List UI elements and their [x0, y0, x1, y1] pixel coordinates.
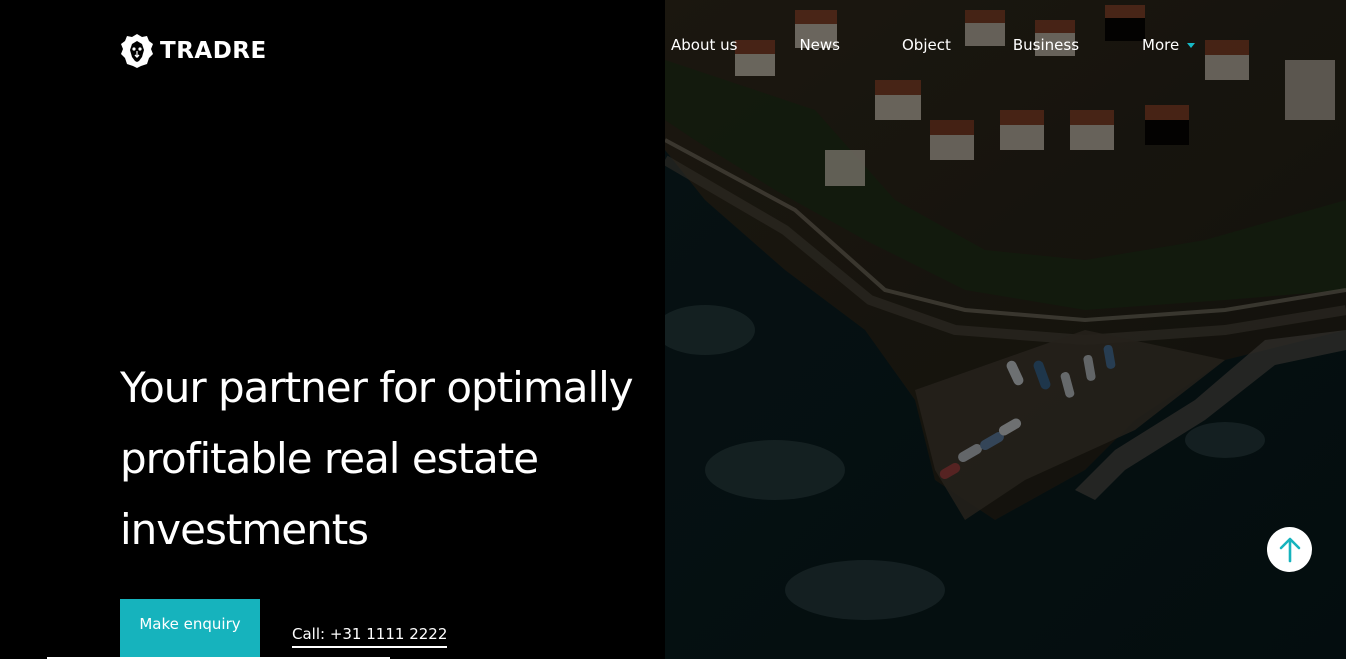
- brand-name: TRADRE: [160, 38, 267, 64]
- chevron-down-icon: [1187, 42, 1196, 48]
- make-enquiry-button[interactable]: Make enquiry: [120, 599, 260, 659]
- scroll-to-top-button[interactable]: [1267, 527, 1312, 572]
- lion-head-icon: [121, 34, 153, 68]
- nav-item-object[interactable]: Object: [902, 35, 951, 55]
- hero-headline: Your partner for optimally profitable re…: [120, 352, 760, 565]
- nav-item-more[interactable]: More: [1142, 35, 1196, 55]
- nav-item-more-label: More: [1142, 36, 1180, 54]
- nav-item-about-us[interactable]: About us: [671, 35, 737, 55]
- main-nav: About us News Object Business More: [671, 35, 1196, 55]
- brand-logo[interactable]: TRADRE: [120, 33, 267, 69]
- hero-headline-line: investments: [120, 505, 369, 554]
- hero-headline-line: profitable real estate: [120, 434, 539, 483]
- arrow-up-icon: [1279, 537, 1300, 562]
- nav-item-business[interactable]: Business: [1013, 35, 1079, 55]
- page: TRADRE About us News Object Business Mor…: [0, 0, 1346, 659]
- hero-headline-line: Your partner for optimally: [120, 363, 634, 412]
- hero-photo: [665, 0, 1346, 659]
- call-link[interactable]: Call: +31 1111 2222: [292, 625, 448, 648]
- nav-item-news[interactable]: News: [799, 35, 840, 55]
